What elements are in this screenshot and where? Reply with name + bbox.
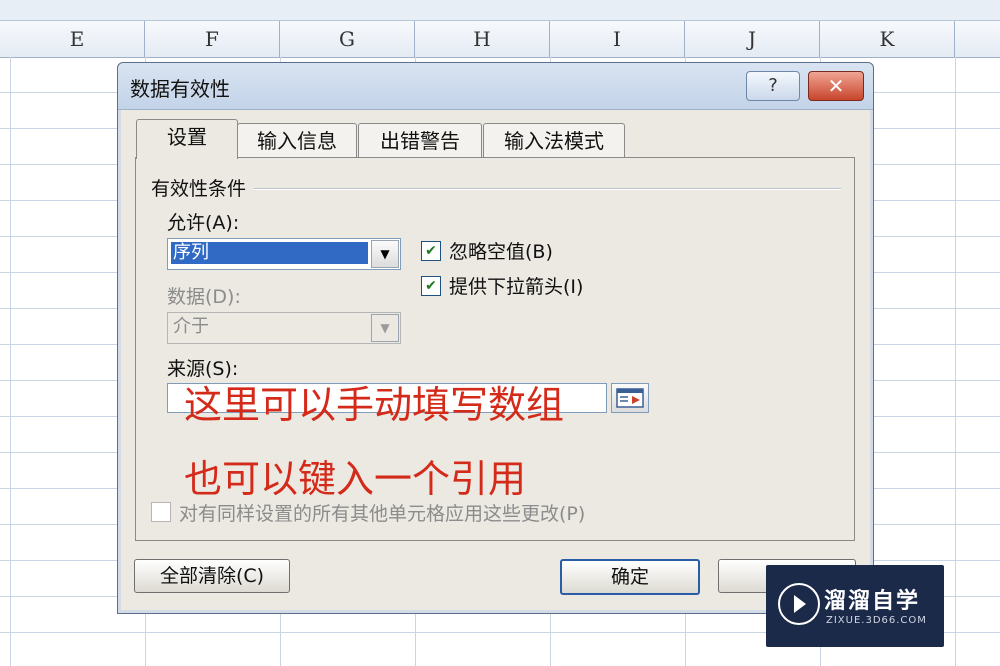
play-icon [778,583,820,625]
annotation-manual-array: 这里可以手动填写数组 [184,383,565,427]
tab-input-message[interactable]: 输入信息 [237,123,357,158]
tab-settings[interactable]: 设置 [136,119,238,159]
ignore-blank-checkbox[interactable]: ✔ [421,241,441,261]
formula-bar-strip [0,0,1000,21]
watermark-url: ZIXUE.3D66.COM [826,615,927,626]
watermark-logo: 溜溜自学 ZIXUE.3D66.COM [766,565,944,647]
data-label: 数据(D): [167,286,241,308]
ok-button[interactable]: 确定 [560,559,700,595]
column-header-h[interactable]: H [415,21,550,57]
watermark-name: 溜溜自学 [824,589,921,614]
clear-all-button[interactable]: 全部清除(C) [134,559,290,593]
apply-all-checkbox [151,502,171,522]
allow-value: 序列 [171,242,368,264]
in-cell-dropdown-label: 提供下拉箭头(I) [449,276,584,298]
allow-label: 允许(A): [167,212,240,234]
column-header-k[interactable]: K [820,21,955,57]
dialog-titlebar[interactable]: 数据有效性 ? ✕ [118,63,873,110]
range-select-icon [616,388,644,408]
column-header-g[interactable]: G [280,21,415,57]
column-header-f[interactable]: F [145,21,280,57]
in-cell-dropdown-checkbox[interactable]: ✔ [421,276,441,296]
chevron-down-icon[interactable]: ▼ [371,240,399,268]
data-operator-value: 介于 [173,316,209,337]
dialog-title: 数据有效性 [130,77,230,101]
allow-dropdown[interactable]: 序列 ▼ [167,238,401,270]
apply-all-label: 对有同样设置的所有其他单元格应用这些更改(P) [179,503,586,525]
column-header-row: E F G H I J K [0,21,1000,58]
column-header-e[interactable]: E [10,21,145,57]
annotation-reference: 也可以键入一个引用 [184,457,527,501]
validation-criteria-label: 有效性条件 [151,174,255,201]
ignore-blank-label: 忽略空值(B) [449,241,553,263]
chevron-down-icon: ▼ [371,314,399,342]
close-button[interactable]: ✕ [808,71,864,101]
group-divider [151,188,841,190]
tab-ime-mode[interactable]: 输入法模式 [483,123,625,158]
column-header-i[interactable]: I [550,21,685,57]
settings-panel: 有效性条件 允许(A): 序列 ▼ ✔ 忽略空值(B) ✔ 提供下拉箭头(I) … [135,157,855,541]
tab-error-alert[interactable]: 出错警告 [358,123,482,158]
data-operator-dropdown: 介于 ▼ [167,312,401,344]
range-select-button[interactable] [611,383,649,413]
data-validation-dialog: 数据有效性 ? ✕ 设置 输入信息 出错警告 输入法模式 有效性条件 允许(A)… [117,62,874,614]
column-header-j[interactable]: J [685,21,820,57]
help-button[interactable]: ? [746,71,800,101]
